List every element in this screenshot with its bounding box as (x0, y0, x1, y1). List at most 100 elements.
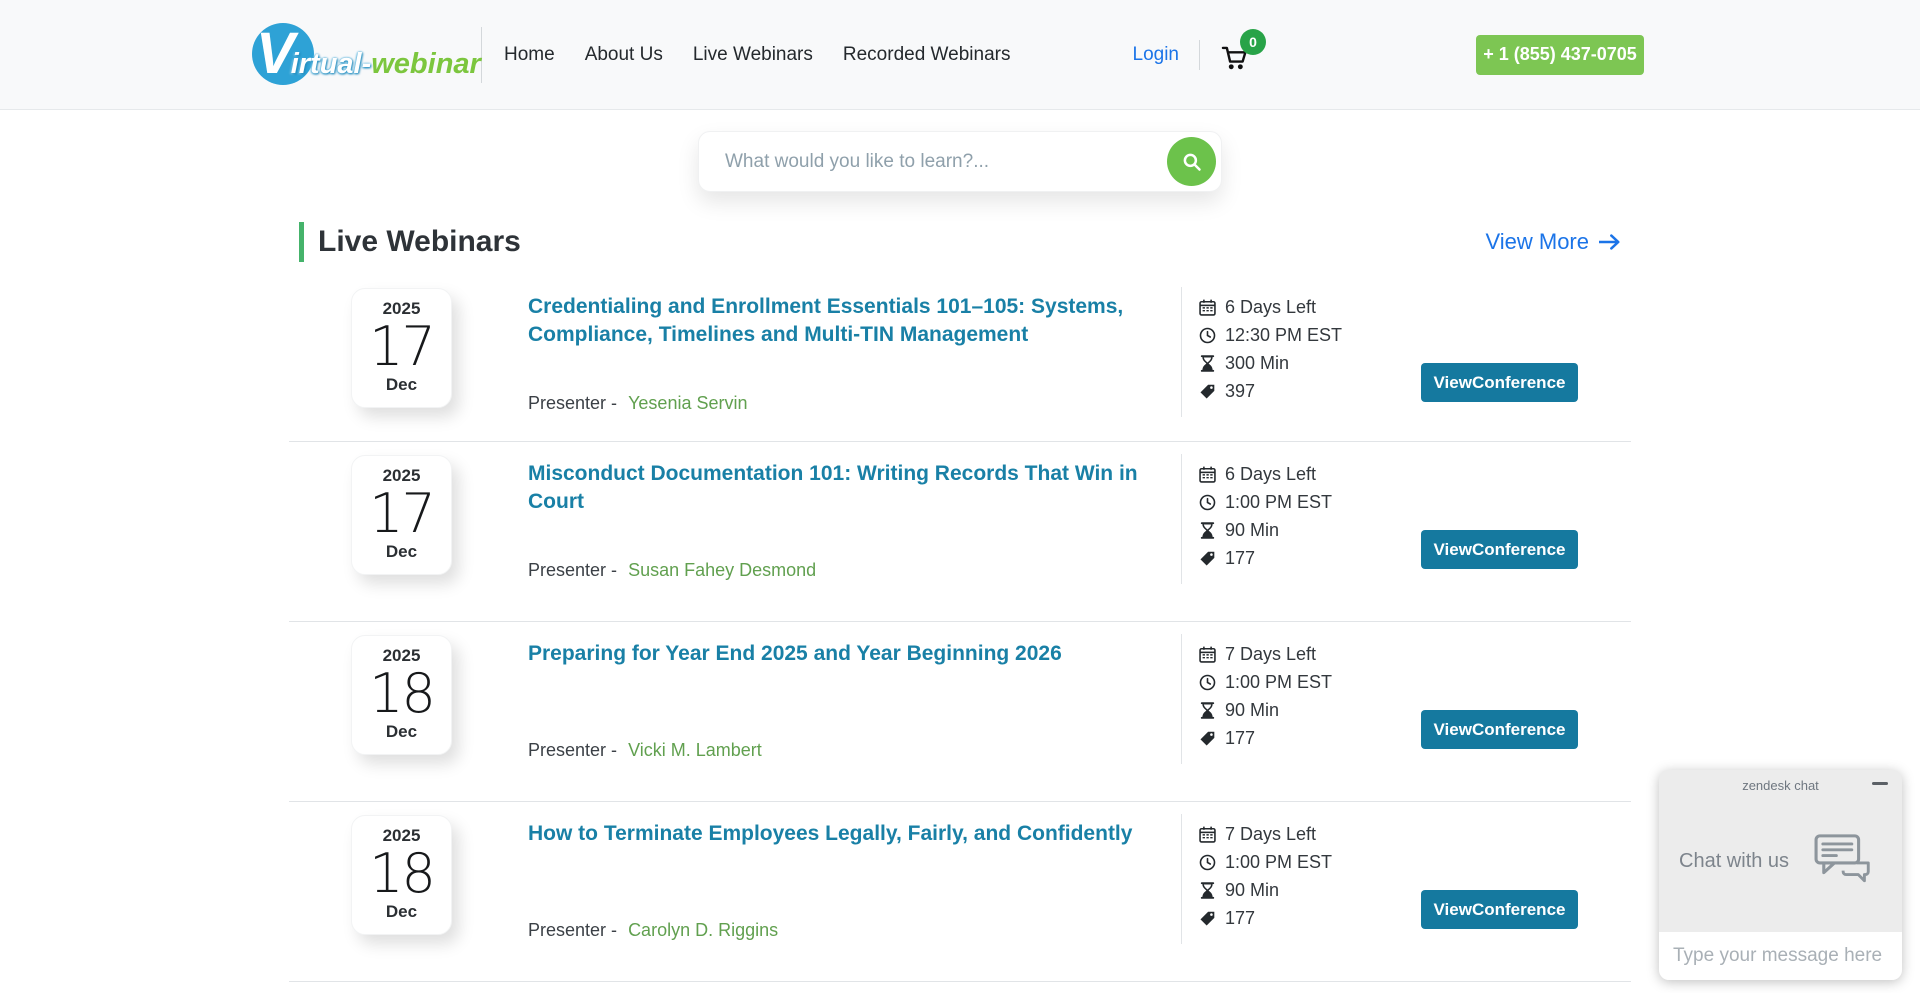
presenter-name-link[interactable]: Yesenia Servin (628, 393, 747, 413)
section-header: Live Webinars View More (289, 222, 1631, 262)
tag-icon (1199, 910, 1216, 927)
calendar-icon (1199, 646, 1216, 663)
duration-text: 90 Min (1225, 700, 1279, 721)
divider (1199, 40, 1200, 70)
clock-icon (1199, 494, 1216, 511)
view-conference-button[interactable]: ViewConference (1421, 363, 1578, 402)
webinar-meta: 7 Days Left 1:00 PM EST (1199, 644, 1332, 749)
time-text: 12:30 PM EST (1225, 325, 1342, 346)
page-title: Live Webinars (318, 225, 521, 259)
header: Virtual-webinar Home About Us Live Webin… (0, 0, 1920, 110)
duration-row: 90 Min (1199, 520, 1332, 541)
days-left-text: 7 Days Left (1225, 824, 1316, 845)
minimize-icon[interactable] (1872, 782, 1888, 785)
tag-icon (1199, 550, 1216, 567)
webinar-meta: 7 Days Left 1:00 PM EST (1199, 824, 1332, 929)
presenter-name-link[interactable]: Vicki M. Lambert (628, 740, 762, 760)
date-month: Dec (386, 375, 417, 395)
tag-row: 177 (1199, 908, 1332, 929)
days-left-text: 6 Days Left (1225, 297, 1316, 318)
logo-text: Virtual-webinar (256, 20, 481, 87)
view-conference-button[interactable]: ViewConference (1421, 710, 1578, 749)
webinar-title-link[interactable]: Preparing for Year End 2025 and Year Beg… (528, 640, 1188, 668)
days-left-text: 6 Days Left (1225, 464, 1316, 485)
time-text: 1:00 PM EST (1225, 852, 1332, 873)
webinar-card: 2025 17 Dec Credentialing and Enrollment… (289, 275, 1631, 442)
nav-item-about-us[interactable]: About Us (585, 44, 663, 66)
time-text: 1:00 PM EST (1225, 492, 1332, 513)
presenter-line: Presenter - Vicki M. Lambert (528, 740, 762, 761)
cart-button[interactable]: 0 (1220, 35, 1262, 75)
search-icon (1182, 152, 1202, 172)
search-input[interactable] (698, 131, 1222, 192)
date-month: Dec (386, 722, 417, 742)
hourglass-icon (1199, 355, 1216, 372)
date-month: Dec (386, 542, 417, 562)
chat-body: Chat with us (1659, 800, 1902, 932)
presenter-line: Presenter - Susan Fahey Desmond (528, 560, 816, 581)
cart-count-badge: 0 (1240, 29, 1266, 55)
hourglass-icon (1199, 882, 1216, 899)
clock-icon (1199, 854, 1216, 871)
tag-text: 177 (1225, 548, 1255, 569)
tag-row: 177 (1199, 548, 1332, 569)
date-day: 18 (369, 847, 434, 901)
tag-icon (1199, 730, 1216, 747)
presenter-line: Presenter - Yesenia Servin (528, 393, 747, 414)
date-day: 18 (369, 667, 434, 721)
page: Virtual-webinar Home About Us Live Webin… (0, 0, 1920, 993)
divider (1181, 454, 1182, 584)
nav-item-recorded-webinars[interactable]: Recorded Webinars (843, 44, 1011, 66)
duration-text: 90 Min (1225, 520, 1279, 541)
webinar-title-link[interactable]: How to Terminate Employees Legally, Fair… (528, 820, 1188, 848)
webinar-card: 2025 18 Dec How to Terminate Employees L… (289, 802, 1631, 982)
presenter-label: Presenter - (528, 920, 617, 940)
view-more-label: View More (1485, 229, 1589, 255)
date-box: 2025 17 Dec (351, 455, 452, 575)
days-left-row: 7 Days Left (1199, 644, 1332, 665)
view-conference-button[interactable]: ViewConference (1421, 890, 1578, 929)
presenter-label: Presenter - (528, 393, 617, 413)
duration-row: 90 Min (1199, 880, 1332, 901)
days-left-row: 6 Days Left (1199, 297, 1342, 318)
logo-letter-v: V (256, 20, 291, 87)
site-logo[interactable]: Virtual-webinar (250, 18, 465, 92)
presenter-name-link[interactable]: Carolyn D. Riggins (628, 920, 778, 940)
webinar-list: 2025 17 Dec Credentialing and Enrollment… (289, 275, 1631, 982)
nav-item-live-webinars[interactable]: Live Webinars (693, 44, 813, 66)
logo-mid-text: irtual- (291, 48, 372, 81)
date-day: 17 (369, 320, 434, 374)
time-row: 1:00 PM EST (1199, 672, 1332, 693)
presenter-name-link[interactable]: Susan Fahey Desmond (628, 560, 816, 580)
chat-header: zendesk chat (1659, 770, 1902, 800)
zendesk-chat-widget: zendesk chat Chat with us (1659, 770, 1902, 980)
webinar-title-link[interactable]: Misconduct Documentation 101: Writing Re… (528, 460, 1188, 515)
webinar-card: 2025 17 Dec Misconduct Documentation 101… (289, 442, 1631, 622)
clock-icon (1199, 327, 1216, 344)
time-row: 12:30 PM EST (1199, 325, 1342, 346)
webinar-title-link[interactable]: Credentialing and Enrollment Essentials … (528, 293, 1188, 348)
time-row: 1:00 PM EST (1199, 852, 1332, 873)
phone-number-button[interactable]: + 1 (855) 437-0705 (1476, 35, 1644, 75)
nav-item-home[interactable]: Home (504, 44, 555, 66)
duration-row: 300 Min (1199, 353, 1342, 374)
calendar-icon (1199, 466, 1216, 483)
view-more-link[interactable]: View More (1485, 229, 1621, 255)
tag-icon (1199, 383, 1216, 400)
tag-text: 177 (1225, 908, 1255, 929)
view-conference-button[interactable]: ViewConference (1421, 530, 1578, 569)
date-month: Dec (386, 902, 417, 922)
search-button[interactable] (1167, 137, 1216, 186)
chat-header-title: zendesk chat (1742, 778, 1819, 793)
hourglass-icon (1199, 702, 1216, 719)
presenter-label: Presenter - (528, 740, 617, 760)
chat-bubbles-icon (1810, 832, 1884, 890)
divider (481, 27, 482, 83)
days-left-row: 7 Days Left (1199, 824, 1332, 845)
date-box: 2025 18 Dec (351, 635, 452, 755)
presenter-line: Presenter - Carolyn D. Riggins (528, 920, 778, 941)
chat-message-input[interactable] (1673, 945, 1902, 967)
search-bar (698, 131, 1222, 192)
login-link[interactable]: Login (1133, 44, 1180, 66)
duration-text: 300 Min (1225, 353, 1289, 374)
